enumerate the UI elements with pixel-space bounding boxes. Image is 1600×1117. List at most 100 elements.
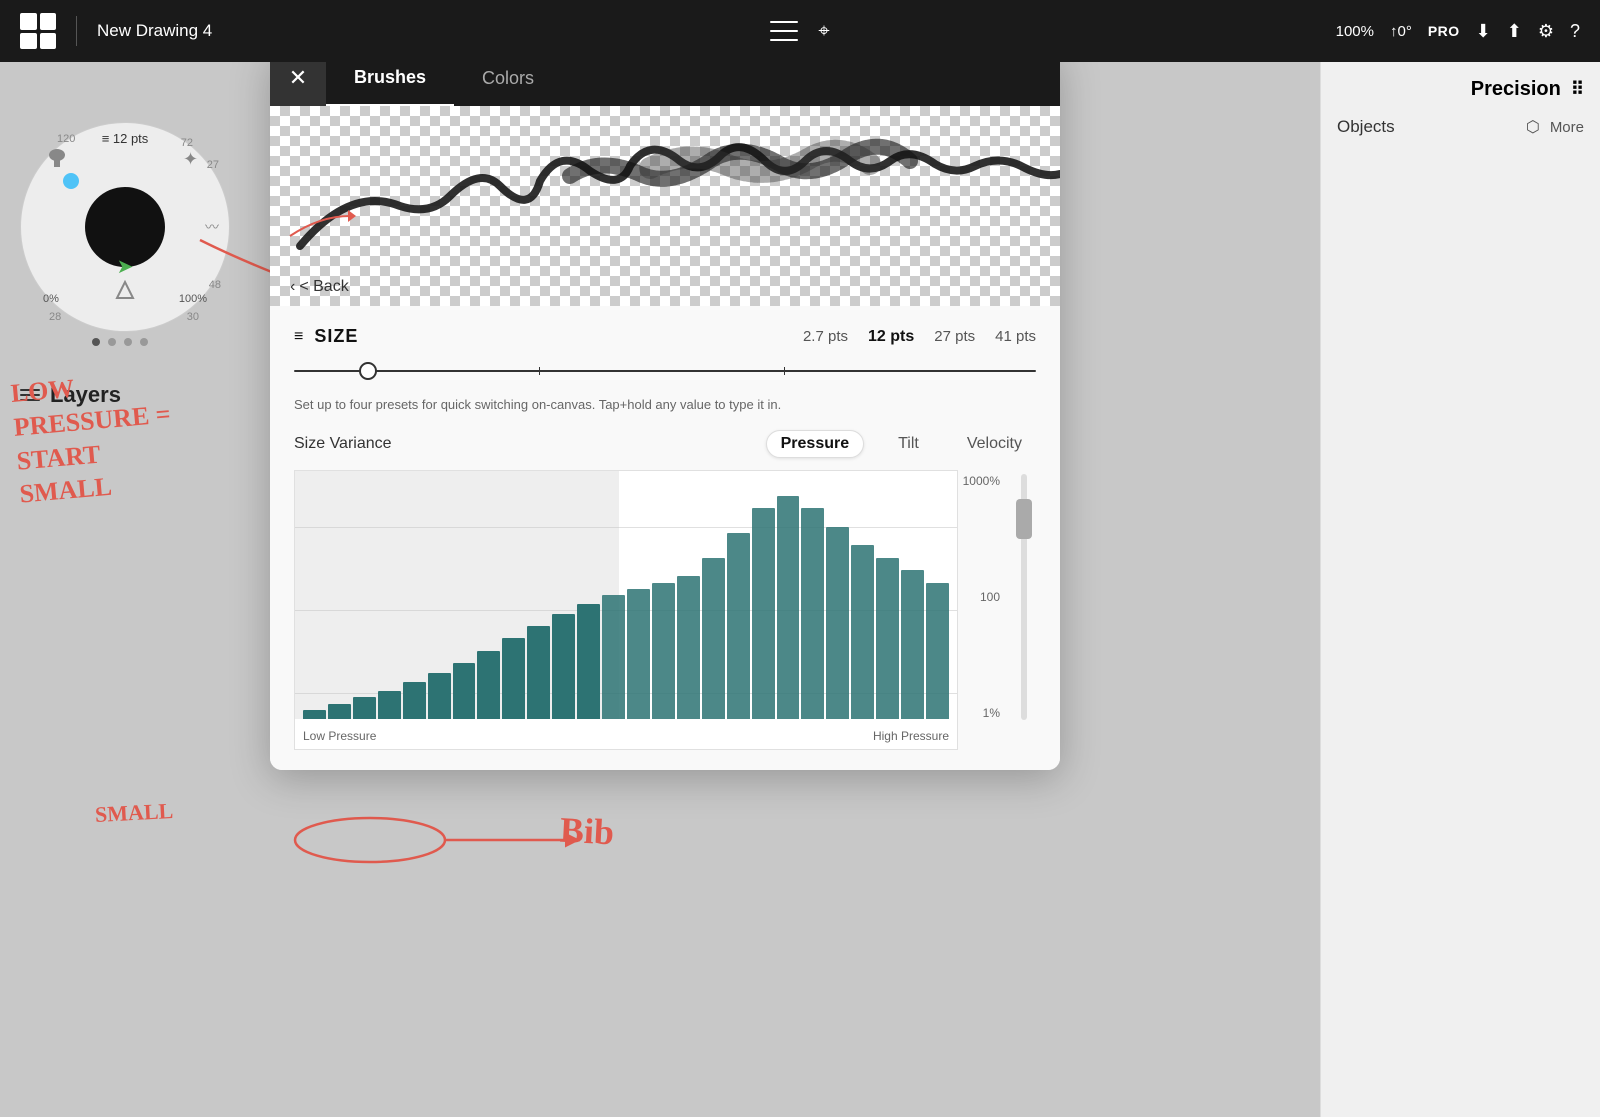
pro-badge: PRO — [1428, 23, 1460, 39]
slider-thumb[interactable] — [359, 362, 377, 380]
top-bar-left: New Drawing 4 — [20, 13, 770, 49]
variance-tab-pressure[interactable]: Pressure — [766, 430, 865, 458]
variance-title: Size Variance — [294, 435, 392, 453]
flow-label: 100% — [179, 293, 207, 305]
bar-2 — [353, 697, 376, 719]
brush-preview[interactable]: ‹ < Back — [270, 106, 1060, 306]
size-dot-4[interactable] — [140, 338, 148, 346]
helper-text: Set up to four presets for quick switchi… — [294, 397, 1036, 412]
top-bar-right: 100% ↑0° PRO ⬇ ⬆ ⚙ ? — [830, 21, 1580, 42]
precision-label: Precision — [1471, 78, 1561, 101]
x-label-low: Low Pressure — [303, 729, 376, 743]
move-icon[interactable]: ➤ — [117, 254, 134, 279]
objects-row: Objects ⬡ More — [1337, 117, 1584, 137]
settings-small-icon[interactable]: 〰 — [205, 217, 219, 237]
size-dots — [20, 332, 220, 352]
size-dot-3[interactable] — [124, 338, 132, 346]
back-button[interactable]: ‹ < Back — [290, 278, 349, 296]
bar-14 — [652, 583, 675, 719]
bar-20 — [801, 508, 824, 719]
v-slider-thumb[interactable] — [1016, 499, 1032, 539]
grid-icon[interactable] — [20, 13, 56, 49]
bar-chart — [295, 471, 957, 719]
angle-120: 120 — [57, 133, 75, 145]
more-label[interactable]: More — [1550, 119, 1584, 136]
smudge-icon[interactable]: ✦ — [179, 145, 207, 178]
variance-tab-velocity[interactable]: Velocity — [953, 431, 1036, 457]
bar-3 — [378, 691, 401, 719]
layers-section[interactable]: Layers — [20, 382, 121, 408]
angle-72: 72 — [181, 137, 193, 149]
slider-track — [294, 370, 1036, 372]
angle-27: 27 — [207, 159, 219, 171]
size-slider[interactable] — [294, 359, 1036, 383]
variance-section: Size Variance Pressure Tilt Velocity — [294, 430, 1036, 750]
size-header: ≡ SIZE 2.7 pts 12 pts 27 pts 41 pts — [294, 326, 1036, 347]
precision-title: Precision ⠿ — [1337, 78, 1584, 101]
size-preset-4[interactable]: 41 pts — [995, 328, 1036, 345]
bar-16 — [702, 558, 725, 719]
size-preset-2[interactable]: 12 pts — [868, 328, 914, 346]
bar-23 — [876, 558, 899, 719]
angle-48: 48 — [209, 279, 221, 291]
size-drag-handle[interactable]: ≡ — [294, 328, 304, 346]
bar-19 — [777, 496, 800, 719]
download-icon[interactable]: ⬇ — [1476, 21, 1491, 42]
bar-4 — [403, 682, 426, 719]
bar-1 — [328, 704, 351, 720]
bar-17 — [727, 533, 750, 719]
brush-stroke — [270, 106, 1060, 306]
bar-15 — [677, 576, 700, 719]
bar-6 — [453, 663, 476, 719]
size-preset-3[interactable]: 27 pts — [934, 328, 975, 345]
chart-x-labels: Low Pressure High Pressure — [303, 729, 949, 743]
radial-menu: ≡ 12 pts 0% 100% ✦ ➤ — [20, 122, 230, 332]
bar-21 — [826, 527, 849, 719]
annotation-bib: Bib — [559, 809, 615, 854]
bar-10 — [552, 614, 575, 719]
y-label-bot: 1% — [983, 706, 1000, 720]
bar-7 — [477, 651, 500, 719]
back-icon: ‹ — [290, 278, 295, 296]
y-label-mid: 100 — [980, 590, 1000, 604]
help-icon[interactable]: ? — [1570, 21, 1580, 42]
zoom-level[interactable]: 100% — [1336, 23, 1374, 40]
divider — [76, 16, 77, 46]
size-preset-1[interactable]: 2.7 pts — [803, 328, 848, 345]
menu-icon[interactable] — [770, 21, 798, 41]
bar-24 — [901, 570, 924, 719]
chart-main: Low Pressure High Pressure — [294, 470, 958, 750]
top-bar: New Drawing 4 ⌖ 100% ↑0° PRO ⬇ ⬆ ⚙ ? — [0, 0, 1600, 62]
slider-tick-2 — [784, 367, 785, 375]
left-area: ≡ 12 pts 0% 100% ✦ ➤ — [0, 62, 260, 1117]
bar-11 — [577, 604, 600, 719]
opacity-label: 0% — [43, 293, 59, 305]
size-section: ≡ SIZE 2.7 pts 12 pts 27 pts 41 pts — [294, 326, 1036, 412]
layers-label: Layers — [50, 382, 121, 408]
chart-container: Low Pressure High Pressure 1000% 100 1% — [294, 470, 1036, 750]
slider-tick-1 — [539, 367, 540, 375]
brush-dialog: ✕ Brushes Colors ‹ < Back — [270, 50, 1060, 770]
angle-30: 30 — [187, 311, 199, 323]
variance-header: Size Variance Pressure Tilt Velocity — [294, 430, 1036, 458]
bar-25 — [926, 583, 949, 719]
right-panel: Precision ⠿ Objects ⬡ More — [1320, 62, 1600, 1117]
bar-5 — [428, 673, 451, 720]
bar-12 — [602, 595, 625, 719]
arrow-low-pressure-bib — [290, 810, 610, 870]
eraser-icon[interactable] — [113, 278, 137, 307]
bar-9 — [527, 626, 550, 719]
variance-tab-tilt[interactable]: Tilt — [884, 431, 933, 457]
share-icon[interactable]: ⬆ — [1507, 21, 1522, 42]
magic-wand-icon[interactable]: ⌖ — [818, 20, 829, 43]
top-bar-center: ⌖ — [770, 20, 829, 43]
color-indicator — [63, 173, 79, 189]
bar-13 — [627, 589, 650, 719]
objects-label[interactable]: Objects — [1337, 117, 1395, 137]
chart-y-axis: 1000% 100 1% — [958, 470, 1008, 750]
v-slider-track[interactable] — [1021, 474, 1027, 720]
size-dot-1[interactable] — [92, 338, 100, 346]
size-dot-2[interactable] — [108, 338, 116, 346]
arrow-to-stroke — [280, 166, 370, 246]
settings-icon[interactable]: ⚙ — [1538, 21, 1554, 42]
